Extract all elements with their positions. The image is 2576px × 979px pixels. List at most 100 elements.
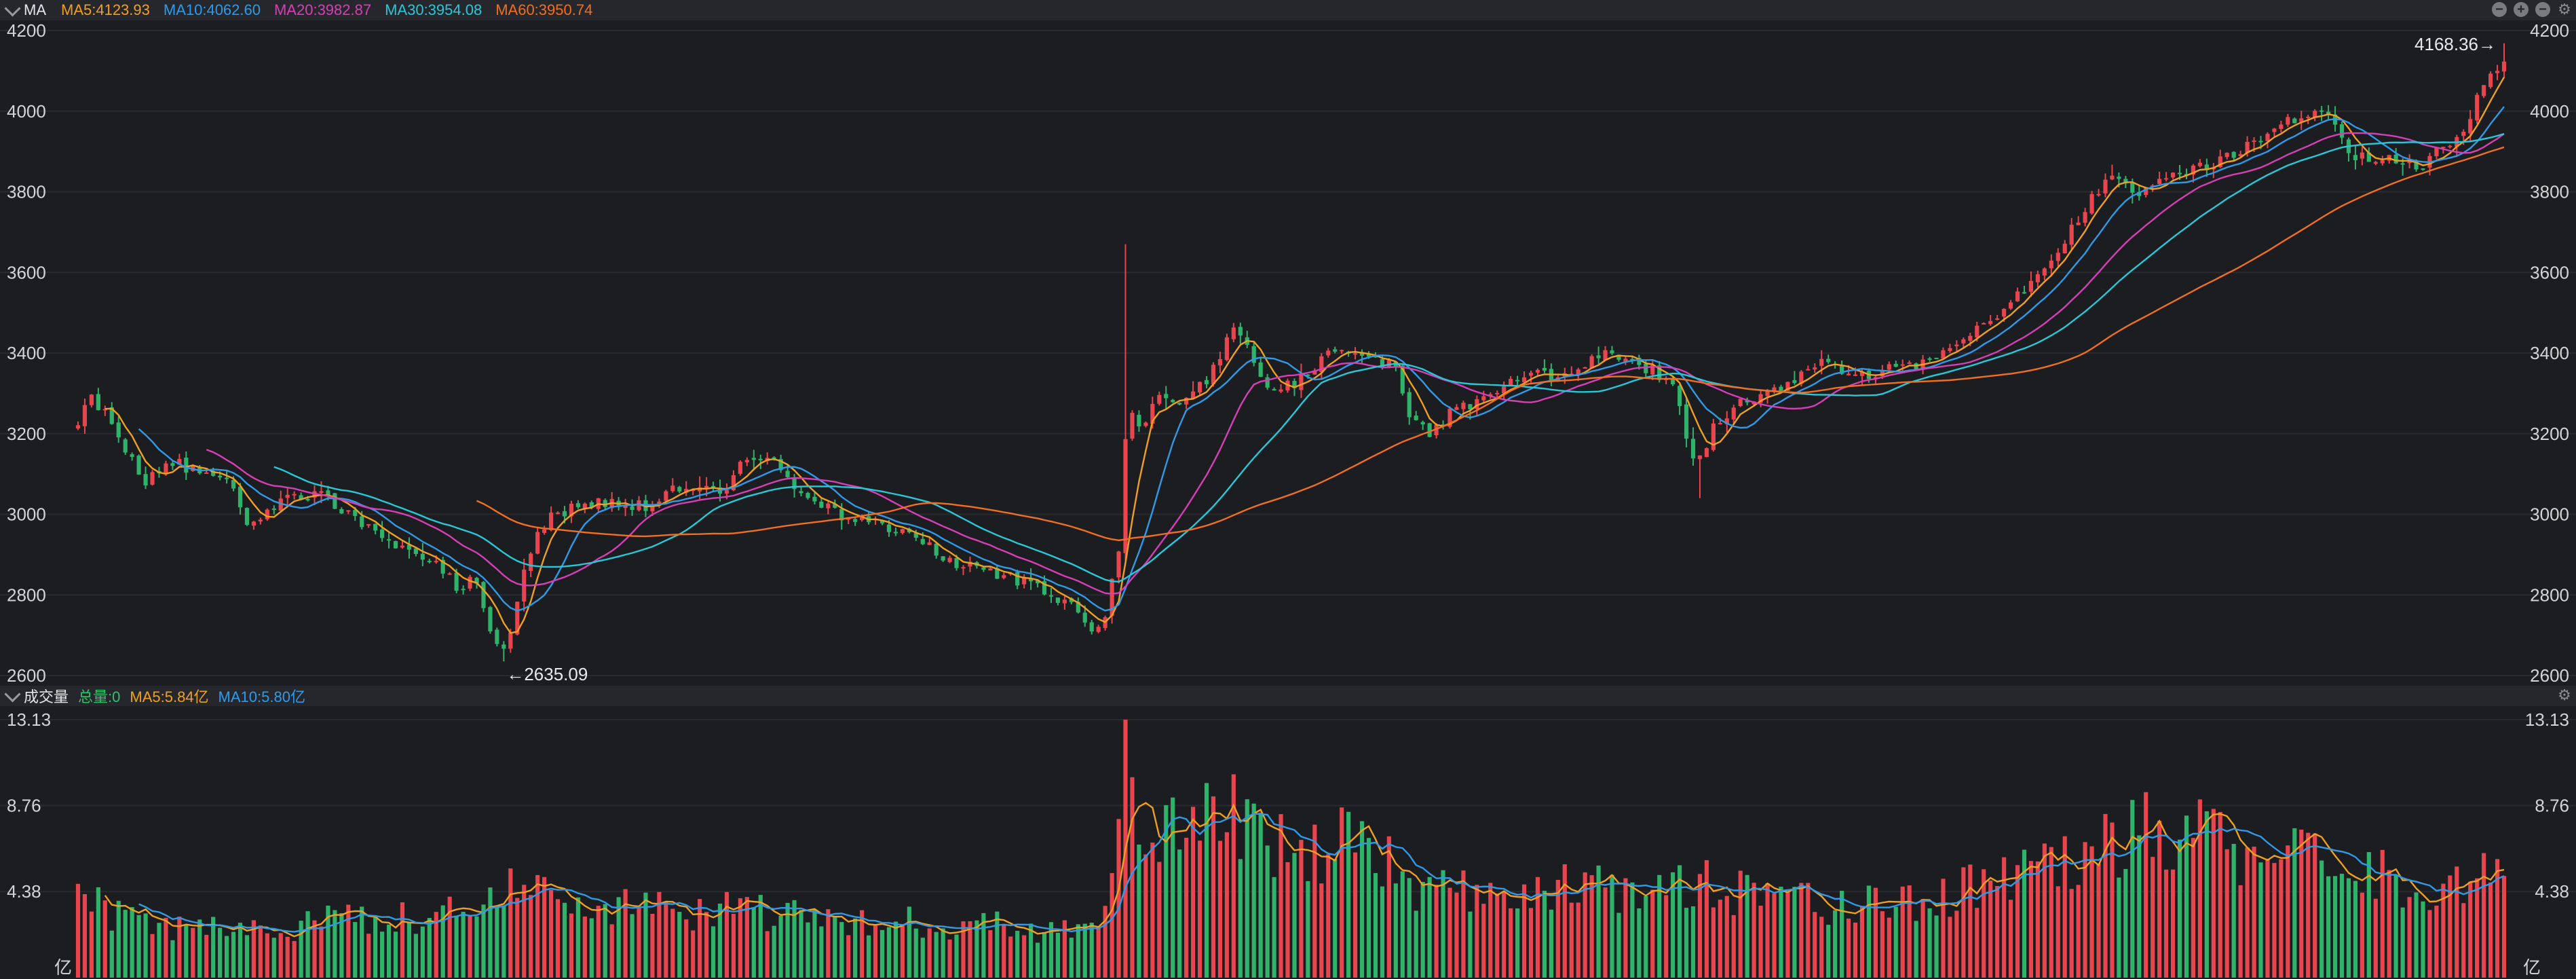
candle xyxy=(2353,145,2358,170)
gear-icon[interactable]: ⚙ xyxy=(2557,2,2572,17)
volume-bar xyxy=(724,891,730,978)
volume-bar xyxy=(1292,853,1297,978)
volume-bar xyxy=(623,889,628,978)
volume-panel-controls: ⚙ xyxy=(2557,688,2572,703)
candle-body xyxy=(333,493,337,509)
volume-bar xyxy=(82,894,88,978)
volume-bar xyxy=(1535,876,1540,978)
volume-bar xyxy=(548,889,554,978)
candle xyxy=(1204,376,1209,388)
volume-bar xyxy=(1042,931,1047,978)
volume-bar xyxy=(413,934,418,978)
candle xyxy=(2326,105,2331,121)
ma5-line xyxy=(105,77,2505,634)
candle-body xyxy=(555,512,561,514)
candle-body xyxy=(1988,320,1993,325)
volume-bar xyxy=(2049,847,2053,978)
candle-body xyxy=(1272,389,1276,391)
volume-bar xyxy=(1961,867,1966,978)
volume-bar xyxy=(2103,813,2108,978)
volume-bar xyxy=(1177,849,1182,978)
volume-bar xyxy=(1306,881,1310,978)
volume-bar xyxy=(1603,887,1608,978)
candle-body xyxy=(1340,350,1344,352)
candle xyxy=(1157,391,1162,406)
volume-bar xyxy=(1941,879,1946,978)
volume-bar xyxy=(1690,906,1696,978)
candle-body xyxy=(1082,612,1087,623)
volume-bar xyxy=(1954,910,1959,978)
volume-bar xyxy=(2224,849,2229,978)
candle xyxy=(2501,43,2507,78)
candle xyxy=(900,528,905,535)
candle-body xyxy=(2069,224,2074,245)
legend-ma20: MA20:3982.87 xyxy=(273,1,372,18)
volume-bar xyxy=(1008,936,1013,978)
gear-icon[interactable]: ⚙ xyxy=(2557,688,2572,703)
volume-bar xyxy=(501,905,506,978)
volume-bar xyxy=(698,899,702,978)
candle-body xyxy=(2468,119,2473,134)
candle xyxy=(1427,422,1432,438)
candle xyxy=(251,521,256,530)
candle-body xyxy=(1968,335,1973,341)
candle-body xyxy=(1528,373,1534,376)
volume-chart[interactable]: 4.38 4.38 8.76 8.76 13.13 13.13 亿 亿 xyxy=(0,706,2576,979)
volume-bar xyxy=(582,916,587,978)
candle xyxy=(2292,117,2297,124)
volume-bar xyxy=(900,924,905,978)
candle xyxy=(2495,64,2500,81)
volume-bar xyxy=(2366,852,2371,978)
candle xyxy=(265,508,269,521)
volume-bar xyxy=(2360,892,2364,978)
volume-bar xyxy=(447,896,452,978)
price-chart[interactable]: 2600 2600 2800 2800 3000 3000 3200 3200 3400 3400… xyxy=(0,20,2576,686)
candle xyxy=(1697,455,1703,498)
candle xyxy=(1002,572,1006,580)
plus-icon[interactable]: + xyxy=(2514,2,2528,17)
candle xyxy=(1238,322,1243,344)
volume-bar xyxy=(1623,878,1628,978)
candle-body xyxy=(1177,403,1182,405)
volume-bar xyxy=(2475,878,2480,978)
volume-bar xyxy=(2488,882,2493,978)
collapse-chevron-icon[interactable] xyxy=(4,685,21,703)
volume-bar xyxy=(711,926,716,978)
volume-bar xyxy=(1285,862,1290,978)
candle-body xyxy=(2292,118,2297,124)
high-annotation: 4168.36→ xyxy=(2414,34,2496,54)
candle xyxy=(461,585,466,595)
volume-bar xyxy=(806,922,810,978)
collapse-chevron-icon[interactable] xyxy=(4,0,21,17)
volume-bar xyxy=(934,931,939,978)
volume-bar xyxy=(1245,799,1249,978)
volume-bar xyxy=(2501,876,2507,978)
candle xyxy=(1055,597,1061,606)
volume-bar xyxy=(1724,895,1729,978)
candle-body xyxy=(1055,597,1061,604)
candle xyxy=(468,574,472,591)
volume-bar xyxy=(2326,876,2331,978)
volume-bar xyxy=(562,902,567,978)
candle xyxy=(1569,366,1574,376)
candles xyxy=(75,43,2507,662)
volume-bar xyxy=(1258,813,1263,978)
candle-body xyxy=(2042,268,2047,276)
candle xyxy=(1197,381,1202,396)
minus-icon[interactable]: − xyxy=(2535,2,2550,17)
volume-bar xyxy=(1414,910,1418,978)
candle-body xyxy=(927,542,932,545)
candle-body xyxy=(2157,179,2162,184)
candle-body xyxy=(1495,392,1500,394)
candle-body xyxy=(981,567,986,570)
candle xyxy=(1089,620,1094,635)
candle xyxy=(82,399,88,434)
legend-ma60: MA60:3950.74 xyxy=(495,1,593,18)
candle xyxy=(1948,344,1952,353)
candle-body xyxy=(1975,325,1980,338)
volume-bar xyxy=(1866,885,1872,978)
candle-body xyxy=(1697,455,1703,460)
minus-icon[interactable]: − xyxy=(2492,2,2507,17)
candle-body xyxy=(988,568,993,571)
candle xyxy=(2393,148,2398,164)
